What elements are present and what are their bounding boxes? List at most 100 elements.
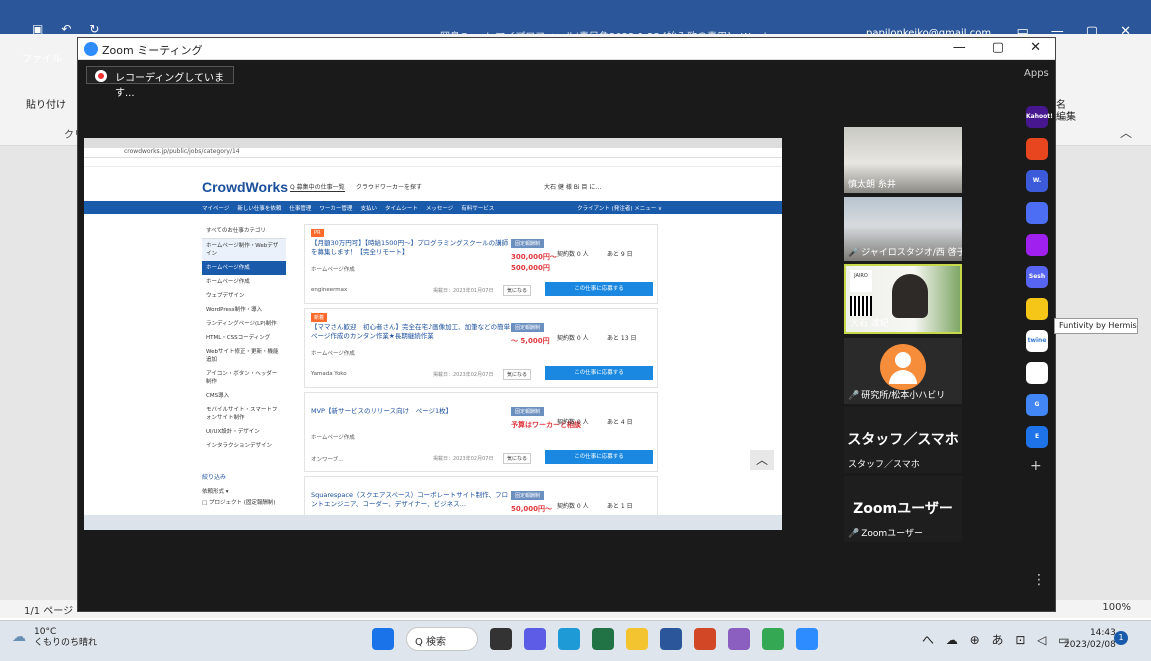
zoom-window-controls: — ▢ ✕ <box>953 40 1041 55</box>
job-card[interactable]: MVP【新サービスのリリース向け ページ1枚】 ホームページ作成 オンワーブ… … <box>304 392 658 472</box>
taskbar-search[interactable]: Q 検索 <box>406 627 478 651</box>
excel-icon[interactable] <box>592 628 614 650</box>
participant-tile[interactable]: スタッフ／スマホ スタッフ／スマホ <box>844 407 962 473</box>
category-parent[interactable]: ホームページ制作・Webデザイン <box>202 239 286 261</box>
category-item[interactable]: WordPress制作・導入 <box>202 303 286 317</box>
filter-type[interactable]: 依頼形式 ▾ <box>202 487 229 495</box>
app-flower-icon[interactable] <box>728 628 750 650</box>
w-icon[interactable]: W. <box>1026 170 1048 192</box>
app-orange-icon[interactable] <box>1026 138 1048 160</box>
category-item[interactable]: ホームページ作成 <box>202 275 286 289</box>
funtivity-icon[interactable] <box>1026 298 1048 320</box>
participant-name: 大石 達紀 <box>850 319 889 329</box>
ribbon-right-label-2[interactable]: 編集 <box>1056 108 1076 123</box>
crowdworks-logo[interactable]: CrowdWorks <box>202 179 288 195</box>
favorite-button[interactable]: 気になる <box>503 453 532 464</box>
app-purple-icon[interactable] <box>1026 234 1048 256</box>
zoom-maximize-button[interactable]: ▢ <box>992 40 1004 55</box>
job-title[interactable]: 【ママさん歓迎 初心者さん】完全在宅♪画像加工、加筆などの簡単ページ作成のカンタ… <box>311 323 511 341</box>
job-title[interactable]: MVP【新サービスのリリース向け ページ1枚】 <box>311 407 511 416</box>
job-search-link[interactable]: Q 募集中の仕事一覧 <box>290 182 345 192</box>
avatar-icon <box>880 344 926 390</box>
participant-tile-active[interactable]: JAIRO 大石 達紀 <box>844 264 962 334</box>
find-worker-link[interactable]: クラウドワーカーを探す <box>356 182 422 191</box>
app-g-icon[interactable]: G <box>1026 394 1048 416</box>
twine-icon[interactable]: twine <box>1026 330 1048 352</box>
apply-button[interactable]: この仕事に応募する <box>545 366 653 380</box>
browser-bookmarks-bar[interactable] <box>84 158 782 167</box>
system-tray[interactable]: へ ☁ ⊕ あ ⊡ ◁ ▭ <box>922 631 1074 648</box>
nav-item[interactable]: 支払い <box>360 204 377 212</box>
collapse-ribbon-icon[interactable]: ︿ <box>1120 124 1132 141</box>
category-active[interactable]: ホームページ作成 <box>202 261 286 275</box>
kahoot-icon[interactable]: Kahoot! <box>1026 106 1053 128</box>
nav-item[interactable]: タイムシート <box>385 204 418 212</box>
favorite-button[interactable]: 気になる <box>503 285 532 296</box>
category-item[interactable]: アイコン・ボタン・ヘッダー制作 <box>202 367 286 389</box>
category-item[interactable]: モバイルサイト・スマートフォンサイト制作 <box>202 403 286 425</box>
nav-item[interactable]: 仕事管理 <box>289 204 311 212</box>
category-item[interactable]: Webサイト修正・更新・機能追加 <box>202 345 286 367</box>
category-item[interactable]: ウェブデザイン <box>202 289 286 303</box>
sesh-icon[interactable]: Sesh <box>1026 266 1048 288</box>
start-icon[interactable] <box>372 628 394 650</box>
powerpoint-icon[interactable] <box>694 628 716 650</box>
more-options-icon[interactable]: ⋮ <box>1032 572 1046 588</box>
client-menu[interactable]: クライアント (発注者) メニュー ∨ <box>577 204 662 212</box>
apply-button[interactable]: この仕事に応募する <box>545 450 653 464</box>
participant-tile[interactable]: Zoomユーザー 🎤 Zoomユーザー <box>844 476 962 542</box>
task-view-icon[interactable] <box>490 628 512 650</box>
notification-badge[interactable]: 1 <box>1114 631 1128 645</box>
user-menu[interactable]: 大石 健 様 Bi 目 に… <box>544 182 601 191</box>
recording-indicator[interactable]: レコーディングしています... <box>86 66 234 99</box>
favorite-button[interactable]: 気になる <box>503 369 532 380</box>
job-title[interactable]: 【月額30万円可】【時給1500円〜】プログラミングスクールの講師を募集します！… <box>311 239 511 257</box>
scroll-top-button[interactable]: ︿ <box>750 450 774 470</box>
crowdworks-nav: マイページ 新しい仕事を依頼 仕事管理 ワーカー管理 支払い タイムシート メッ… <box>84 201 782 214</box>
apply-button[interactable]: この仕事に応募する <box>545 282 653 296</box>
chat-icon[interactable] <box>524 628 546 650</box>
participant-tile[interactable]: 🎤 研究所/松本小ハビリ <box>844 338 962 404</box>
app-grid-icon[interactable] <box>1026 362 1048 384</box>
zoom-window: Zoom ミーティング — ▢ ✕ レコーディングしています... crowdw… <box>77 37 1138 612</box>
browser-tab-strip[interactable] <box>84 138 782 148</box>
participant-tile[interactable]: 慎太朗 糸井 <box>844 127 962 193</box>
category-item[interactable]: CMS導入 <box>202 389 286 403</box>
filter-project-checkbox[interactable]: □ プロジェクト (固定報酬制) <box>202 498 276 506</box>
paste-button[interactable]: 貼り付け <box>26 96 66 111</box>
weather-widget[interactable]: 10°C くもりのち晴れ <box>34 627 97 649</box>
zoom-minimize-button[interactable]: — <box>953 40 966 55</box>
participant-tile[interactable]: 🎤 ジャイロスタジオ/西 啓子 <box>844 197 962 261</box>
category-all[interactable]: すべてのお仕事カテゴリ <box>202 224 286 239</box>
job-client[interactable]: engineermax <box>311 287 347 293</box>
nav-item[interactable]: 新しい仕事を依頼 <box>237 204 281 212</box>
nav-item[interactable]: マイページ <box>202 204 229 212</box>
edge-icon[interactable] <box>558 628 580 650</box>
category-item[interactable]: インタラクションデザイン <box>202 439 286 453</box>
taskbar-clock[interactable]: 14:43 2023/02/08 <box>1064 627 1116 651</box>
job-client[interactable]: Yamada Yoko <box>311 371 347 377</box>
nav-item[interactable]: 有料サービス <box>461 204 494 212</box>
app-e-icon[interactable]: E <box>1026 426 1048 448</box>
add-app-icon[interactable]: + <box>1030 458 1042 474</box>
zoom-level[interactable]: 100% <box>1102 602 1131 613</box>
app-blue-icon[interactable] <box>1026 202 1048 224</box>
job-title[interactable]: Squarespace（スクエアスペース）コーポレートサイト制作、フロントエンジ… <box>311 491 511 509</box>
explorer-icon[interactable] <box>626 628 648 650</box>
job-client[interactable]: オンワーブ… <box>311 455 344 463</box>
category-item[interactable]: UI/UX設計・デザイン <box>202 425 286 439</box>
chrome-icon[interactable] <box>762 628 784 650</box>
nav-item[interactable]: メッセージ <box>426 204 453 212</box>
zoom-taskbar-icon[interactable] <box>796 628 818 650</box>
word-icon[interactable] <box>660 628 682 650</box>
job-card[interactable]: PR 【月額30万円可】【時給1500円〜】プログラミングスクールの講師を募集し… <box>304 224 658 304</box>
nav-item[interactable]: ワーカー管理 <box>319 204 352 212</box>
clock-date: 2023/02/08 <box>1064 640 1116 650</box>
job-card[interactable]: 新着 【ママさん歓迎 初心者さん】完全在宅♪画像加工、加筆などの簡単ページ作成の… <box>304 308 658 388</box>
job-card[interactable]: Squarespace（スクエアスペース）コーポレートサイト制作、フロントエンジ… <box>304 476 658 516</box>
zoom-close-button[interactable]: ✕ <box>1030 40 1041 55</box>
category-item[interactable]: HTML・CSSコーディング <box>202 331 286 345</box>
tab-file[interactable]: ファイル <box>22 50 62 65</box>
category-item[interactable]: ランディングページ(LP)制作 <box>202 317 286 331</box>
browser-address-bar[interactable]: crowdworks.jp/public/jobs/category/14 <box>84 148 782 158</box>
